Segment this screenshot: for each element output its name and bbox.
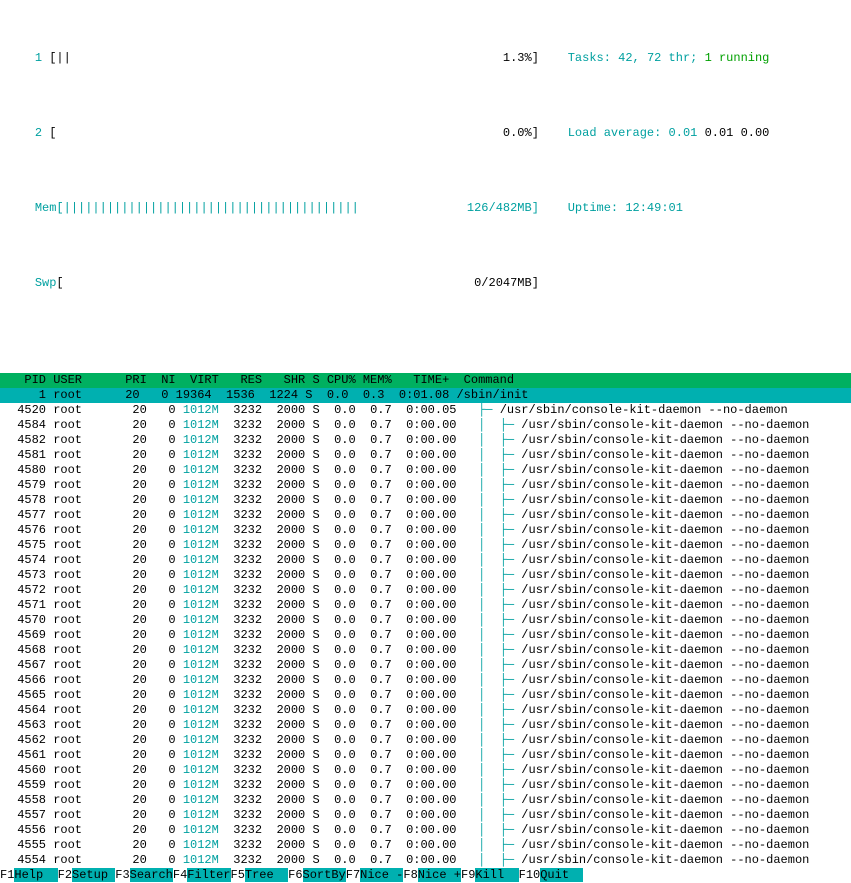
load-v2: 0.01 0.00	[705, 126, 770, 141]
column-header[interactable]: PID USER PRI NI VIRT RES SHR S CPU% MEM%…	[0, 373, 851, 388]
process-row[interactable]: 4571 root 20 0 1012M 3232 2000 S 0.0 0.7…	[0, 598, 851, 613]
process-row[interactable]: 4559 root 20 0 1012M 3232 2000 S 0.0 0.7…	[0, 778, 851, 793]
process-row[interactable]: 4554 root 20 0 1012M 3232 2000 S 0.0 0.7…	[0, 853, 851, 868]
fn-label-F8[interactable]: Nice +	[418, 868, 461, 882]
tasks-label: Tasks:	[568, 51, 618, 66]
sel-pre: 1 root 20 0 19364 1536 1224 S 0.0 0.3 0:…	[10, 388, 456, 402]
fn-key-F9: F9	[461, 868, 475, 882]
tasks-val: 42, 72 thr;	[618, 51, 704, 66]
fn-label-F1[interactable]: Help	[14, 868, 57, 882]
fn-label-F2[interactable]: Setup	[72, 868, 115, 882]
fn-label-F5[interactable]: Tree	[245, 868, 288, 882]
process-row[interactable]: 4556 root 20 0 1012M 3232 2000 S 0.0 0.7…	[0, 823, 851, 838]
fn-key-F1: F1	[0, 868, 14, 882]
fn-key-F10: F10	[519, 868, 541, 882]
process-row[interactable]: 4568 root 20 0 1012M 3232 2000 S 0.0 0.7…	[0, 643, 851, 658]
fn-label-F7[interactable]: Nice -	[360, 868, 403, 882]
process-row[interactable]: 4563 root 20 0 1012M 3232 2000 S 0.0 0.7…	[0, 718, 851, 733]
fn-key-F7: F7	[346, 868, 360, 882]
process-row-selected[interactable]: 1 root 20 0 19364 1536 1224 S 0.0 0.3 0:…	[0, 388, 851, 403]
fn-label-F6[interactable]: SortBy	[303, 868, 346, 882]
process-row[interactable]: 4581 root 20 0 1012M 3232 2000 S 0.0 0.7…	[0, 448, 851, 463]
process-row[interactable]: 4574 root 20 0 1012M 3232 2000 S 0.0 0.7…	[0, 553, 851, 568]
process-row[interactable]: 4562 root 20 0 1012M 3232 2000 S 0.0 0.7…	[0, 733, 851, 748]
process-row[interactable]: 4584 root 20 0 1012M 3232 2000 S 0.0 0.7…	[0, 418, 851, 433]
cpu1-label: 1	[35, 51, 49, 66]
process-row[interactable]: 4564 root 20 0 1012M 3232 2000 S 0.0 0.7…	[0, 703, 851, 718]
process-row[interactable]: 4565 root 20 0 1012M 3232 2000 S 0.0 0.7…	[0, 688, 851, 703]
load-v1: 0.01	[669, 126, 705, 141]
process-row[interactable]: 4580 root 20 0 1012M 3232 2000 S 0.0 0.7…	[0, 463, 851, 478]
tasks-running: 1 running	[705, 51, 770, 66]
process-row[interactable]: 4575 root 20 0 1012M 3232 2000 S 0.0 0.7…	[0, 538, 851, 553]
process-row[interactable]: 4572 root 20 0 1012M 3232 2000 S 0.0 0.7…	[0, 583, 851, 598]
process-row[interactable]: 4567 root 20 0 1012M 3232 2000 S 0.0 0.7…	[0, 658, 851, 673]
fn-key-F3: F3	[115, 868, 129, 882]
process-row[interactable]: 4555 root 20 0 1012M 3232 2000 S 0.0 0.7…	[0, 838, 851, 853]
process-row[interactable]: 4577 root 20 0 1012M 3232 2000 S 0.0 0.7…	[0, 508, 851, 523]
process-row[interactable]: 4560 root 20 0 1012M 3232 2000 S 0.0 0.7…	[0, 763, 851, 778]
process-row[interactable]: 4573 root 20 0 1012M 3232 2000 S 0.0 0.7…	[0, 568, 851, 583]
process-list: 4520 root 20 0 1012M 3232 2000 S 0.0 0.7…	[0, 403, 851, 868]
process-row[interactable]: 4557 root 20 0 1012M 3232 2000 S 0.0 0.7…	[0, 808, 851, 823]
cpu1-bar: [|| 1.3%]	[49, 51, 539, 66]
fn-label-F9[interactable]: Kill	[475, 868, 518, 882]
fn-key-F4: F4	[173, 868, 187, 882]
header-meters: 1 [|| 1.3%] Tasks: 42, 72 thr; 1 running…	[0, 0, 851, 373]
uptime-val: 12:49:01	[625, 201, 683, 216]
process-row[interactable]: 4566 root 20 0 1012M 3232 2000 S 0.0 0.7…	[0, 673, 851, 688]
fn-key-F2: F2	[58, 868, 72, 882]
process-row[interactable]: 4579 root 20 0 1012M 3232 2000 S 0.0 0.7…	[0, 478, 851, 493]
function-key-bar: F1Help F2Setup F3SearchF4FilterF5Tree F6…	[0, 868, 851, 883]
process-row[interactable]: 4576 root 20 0 1012M 3232 2000 S 0.0 0.7…	[0, 523, 851, 538]
mem-label: Mem	[35, 201, 57, 216]
process-row[interactable]: 4582 root 20 0 1012M 3232 2000 S 0.0 0.7…	[0, 433, 851, 448]
fn-key-F5: F5	[231, 868, 245, 882]
cpu2-label: 2	[35, 126, 49, 141]
fn-key-F6: F6	[288, 868, 302, 882]
process-row[interactable]: 4578 root 20 0 1012M 3232 2000 S 0.0 0.7…	[0, 493, 851, 508]
load-label: Load average:	[568, 126, 669, 141]
process-row[interactable]: 4558 root 20 0 1012M 3232 2000 S 0.0 0.7…	[0, 793, 851, 808]
swp-bar: [ 0/2047MB]	[56, 276, 538, 291]
process-row[interactable]: 4520 root 20 0 1012M 3232 2000 S 0.0 0.7…	[0, 403, 851, 418]
uptime-label: Uptime:	[568, 201, 626, 216]
cpu2-bar: [ 0.0%]	[49, 126, 539, 141]
process-row[interactable]: 4569 root 20 0 1012M 3232 2000 S 0.0 0.7…	[0, 628, 851, 643]
fn-key-F8: F8	[403, 868, 417, 882]
process-row[interactable]: 4561 root 20 0 1012M 3232 2000 S 0.0 0.7…	[0, 748, 851, 763]
fn-label-F4[interactable]: Filter	[187, 868, 230, 882]
fn-label-F3[interactable]: Search	[130, 868, 173, 882]
process-row[interactable]: 4570 root 20 0 1012M 3232 2000 S 0.0 0.7…	[0, 613, 851, 628]
swp-label: Swp	[35, 276, 57, 291]
fn-label-F10[interactable]: Quit	[540, 868, 583, 882]
mem-bar: [|||||||||||||||||||||||||||||||||||||||…	[56, 201, 538, 216]
sel-cmd: /sbin/init	[456, 388, 528, 402]
